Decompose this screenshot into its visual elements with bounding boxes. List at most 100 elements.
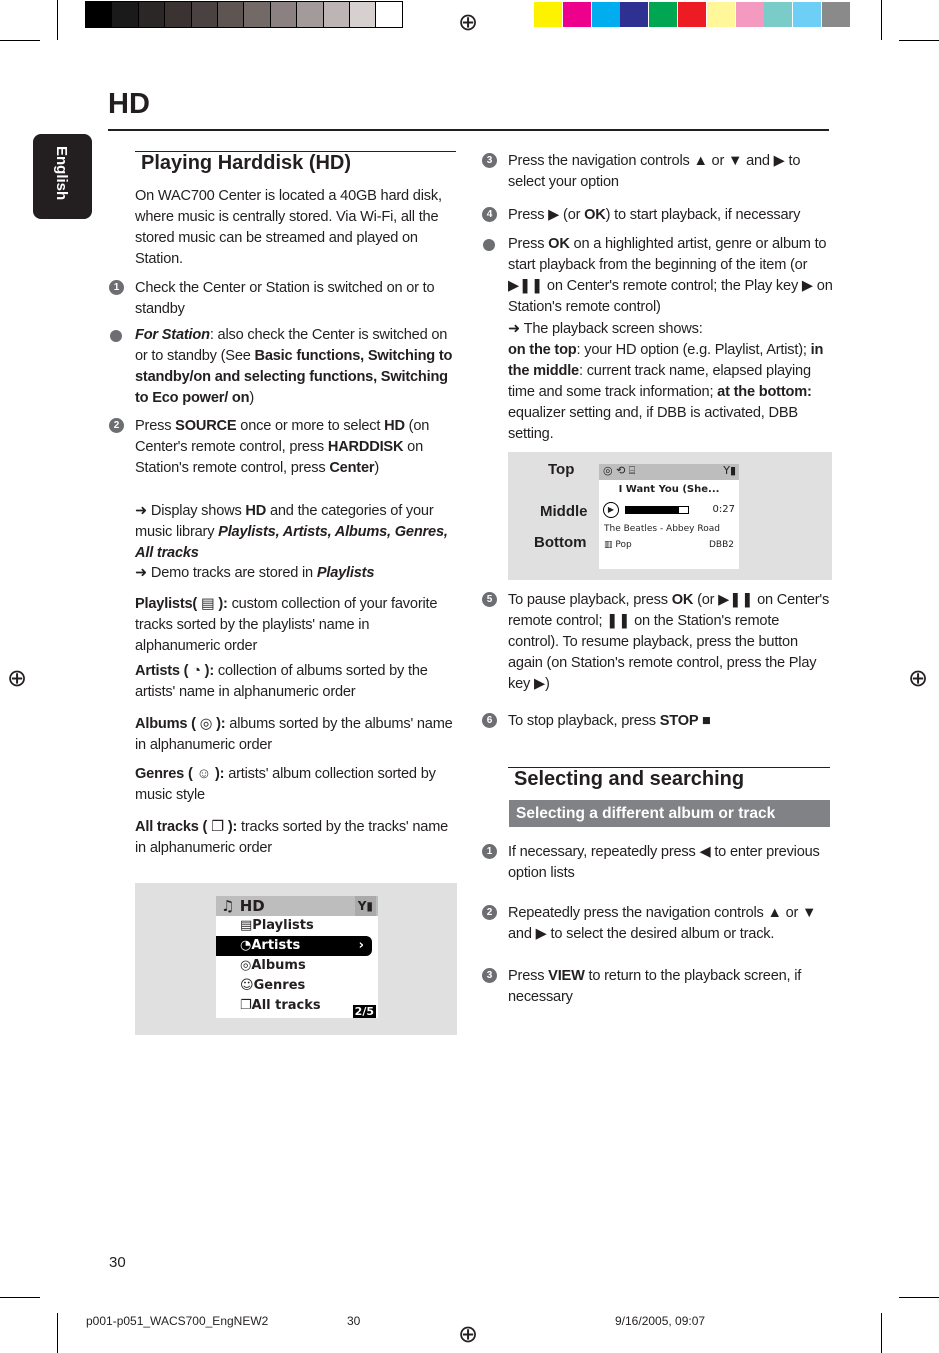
menu-item-label: Playlists	[252, 918, 314, 933]
text-segment: STOP ■	[659, 713, 711, 729]
text-segment: ➜ The playback screen shows:	[508, 321, 703, 337]
color-swatch	[678, 2, 706, 27]
paragraph: Genres ( ☺ ): artists' album collection …	[135, 764, 457, 806]
text-segment: Press the navigation controls ▲ or ▼ and…	[508, 153, 801, 190]
color-swatch	[620, 2, 649, 27]
section-heading-selecting: Selecting and searching	[514, 768, 745, 790]
text-segment: : your HD option (e.g. Playlist, Artist)…	[576, 342, 811, 358]
text-segment: Playlists	[316, 565, 375, 581]
menu-item[interactable]: ☺Genres	[216, 976, 372, 996]
footer-file: p001-p051_WACS700_EngNEW2	[86, 1314, 269, 1328]
step-number: 4	[482, 207, 497, 222]
dbb-setting: DBB2	[708, 540, 734, 550]
gray-swatch	[111, 1, 140, 28]
mode-icons: ◎ ⟲ ⌸ Y▮	[599, 464, 739, 480]
paragraph: Press ▶ (or OK) to start playback, if ne…	[508, 205, 833, 226]
label-top: Top	[548, 461, 575, 478]
text-segment: ◎	[199, 716, 213, 732]
text-segment: If necessary, repeatedly press ◀ to ente…	[508, 844, 820, 881]
step-number: 1	[109, 280, 124, 295]
paragraph: If necessary, repeatedly press ◀ to ente…	[508, 842, 833, 884]
text-segment: on the top	[508, 342, 577, 358]
menu-item-label: All tracks	[251, 998, 321, 1013]
text-segment: equalizer setting and, if DBB is activat…	[508, 405, 798, 442]
gray-swatch	[375, 1, 404, 28]
page-indicator: 2/5	[352, 1005, 376, 1018]
text-segment: Press	[508, 968, 549, 984]
paragraph: Repeatedly press the navigation controls…	[508, 903, 833, 945]
paragraph: On WAC700 Center is located a 40GB hard …	[135, 186, 457, 270]
registration-mark-icon: ⊕	[458, 1321, 479, 1348]
text-segment: ➜ Display shows	[135, 503, 246, 519]
text-segment: Press	[508, 236, 549, 252]
crop-mark	[899, 40, 939, 41]
text-segment: OK	[548, 236, 570, 252]
menu-item-label: Artists	[251, 938, 301, 953]
menu-item-label: Genres	[253, 978, 306, 993]
registration-mark-icon: ⊕	[458, 9, 479, 36]
color-swatch	[764, 2, 793, 27]
text-segment: All tracks (	[135, 819, 212, 835]
playback-screenshot: Top Middle Bottom ◎ ⟲ ⌸ Y▮ I Want You (Sh…	[508, 452, 832, 580]
text-segment: OK	[584, 207, 606, 223]
gray-swatch	[322, 1, 351, 28]
text-segment: ):	[200, 663, 215, 679]
elapsed-time: 0:27	[712, 504, 735, 515]
screen-title: HD	[239, 897, 265, 915]
menu-item-label: Albums	[251, 958, 306, 973]
crop-mark	[57, 1313, 58, 1353]
paragraph: Press OK on a highlighted artist, genre …	[508, 234, 833, 318]
label-middle: Middle	[540, 503, 588, 520]
paragraph: Press VIEW to return to the playback scr…	[508, 966, 833, 1008]
text-segment: ) to start playback, if necessary	[605, 207, 801, 223]
equalizer-icon: ▥	[604, 540, 613, 550]
gray-swatch	[296, 1, 325, 28]
text-segment: To pause playback, press	[508, 592, 672, 608]
text-segment: ▤	[200, 596, 215, 612]
menu-item[interactable]: ◎Albums	[216, 956, 372, 976]
paragraph: To pause playback, press OK (or ▶❚❚ on C…	[508, 590, 833, 695]
gray-swatch	[269, 1, 298, 28]
paragraph: To stop playback, press STOP ■	[508, 711, 833, 732]
paragraph: on the top: your HD option (e.g. Playlis…	[508, 340, 833, 445]
gray-swatch	[137, 1, 166, 28]
hd-menu-screenshot: ♫ HD Y▮ ▤Playlists ◔Artists › ◎Albums ☺Genre…	[135, 883, 457, 1035]
registration-mark-icon: ⊕	[7, 665, 28, 692]
paragraph: Playlists( ▤ ): custom collection of you…	[135, 594, 457, 657]
play-icon: ▶	[603, 502, 619, 518]
gray-swatch	[164, 1, 193, 28]
gray-swatch	[349, 1, 377, 28]
music-note-icon: ♫	[221, 897, 235, 915]
text-segment: HD	[245, 503, 267, 519]
language-tab-label: English	[53, 146, 70, 201]
paragraph: For Station: also check the Center is sw…	[135, 325, 457, 409]
gray-swatch	[190, 1, 219, 28]
language-tab: English	[33, 134, 92, 219]
manual-page: ⊕ ⊕ ⊕ ⊕ HD English Playing Harddisk (HD)…	[0, 0, 939, 1353]
text-segment: Repeatedly press the navigation controls…	[508, 905, 817, 942]
text-segment: Genres (	[135, 766, 197, 782]
page-title: HD	[108, 88, 150, 120]
signal-icon: Y▮	[723, 464, 736, 477]
text-segment: Press	[135, 418, 176, 434]
menu-item[interactable]: ❐All tracks	[216, 996, 372, 1016]
paragraph: ➜ The playback screen shows:	[508, 319, 833, 340]
chevron-right-icon: ›	[358, 938, 364, 953]
track-info: The Beatles - Abbey Road	[604, 524, 720, 534]
color-swatch	[649, 2, 678, 27]
menu-item[interactable]: ◔Artists ›	[216, 936, 372, 956]
color-swatch	[793, 2, 822, 27]
text-segment: ):	[211, 766, 225, 782]
paragraph: Check the Center or Station is switched …	[135, 278, 457, 320]
paragraph: All tracks ( ❐ ): tracks sorted by the t…	[135, 817, 457, 859]
color-swatch	[706, 2, 735, 27]
step-number: 5	[482, 592, 497, 607]
text-segment: Artists (	[135, 663, 193, 679]
gray-swatch	[243, 1, 272, 28]
screen-header: ♫ HD Y▮	[216, 896, 378, 916]
step-number: 1	[482, 844, 497, 859]
label-bottom: Bottom	[534, 534, 587, 551]
text-segment: HARDDISK	[327, 439, 404, 455]
paragraph: Press the navigation controls ▲ or ▼ and…	[508, 151, 833, 193]
menu-item[interactable]: ▤Playlists	[216, 916, 372, 936]
